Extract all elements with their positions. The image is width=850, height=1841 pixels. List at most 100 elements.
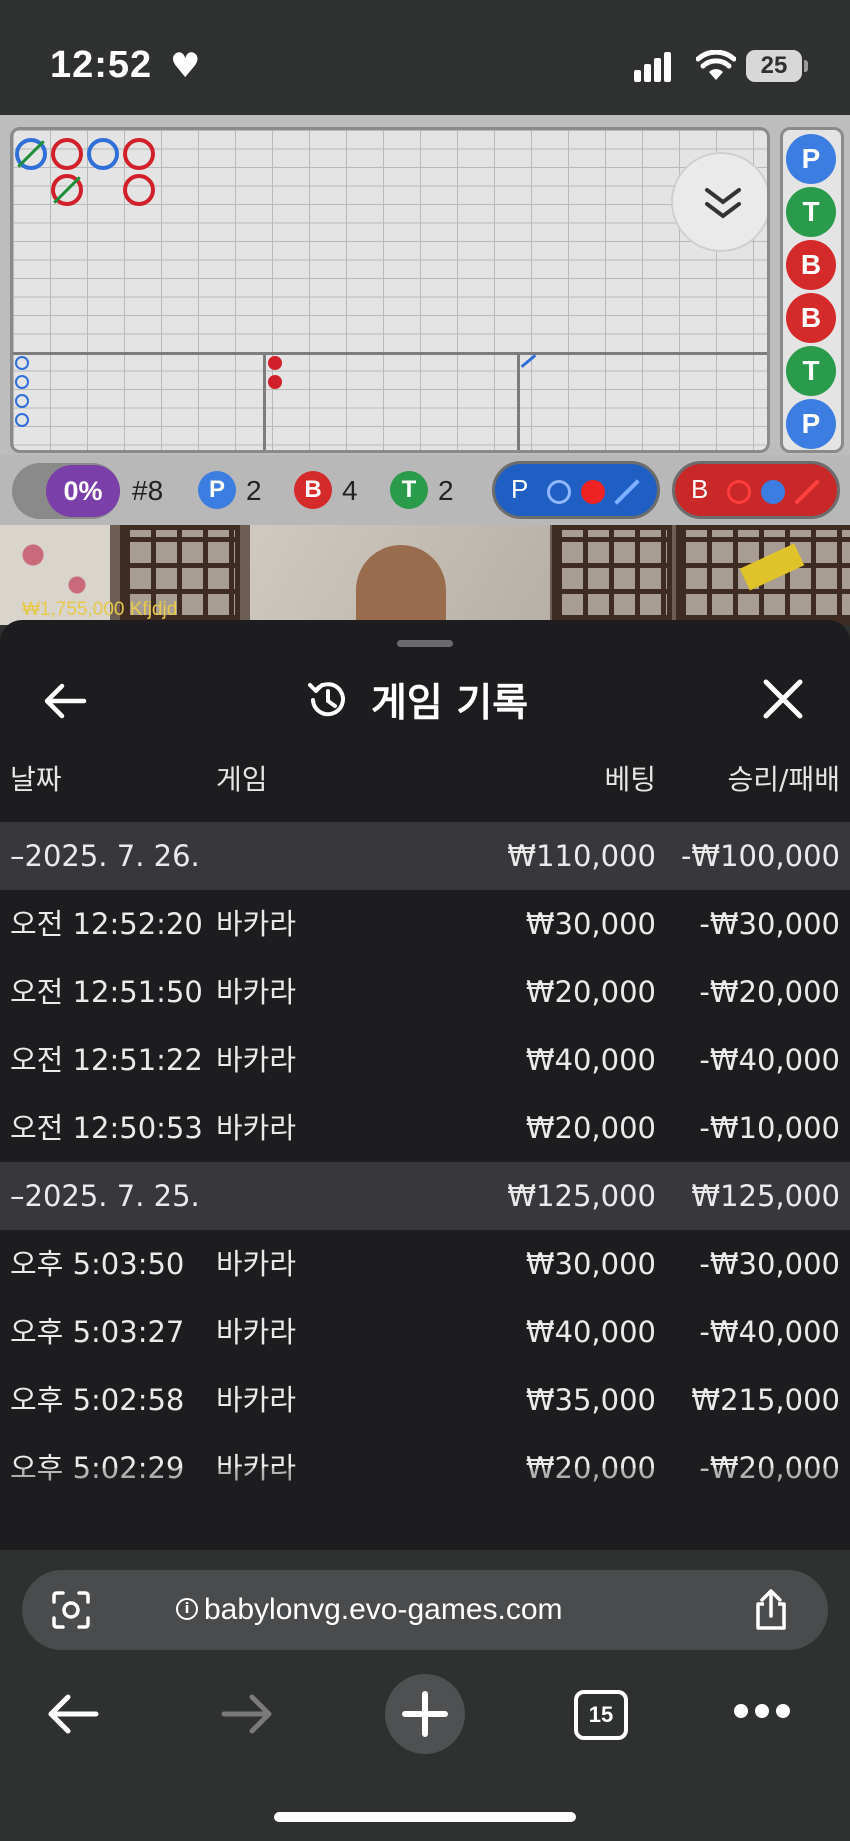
game-history-sheet: 게임 기록 날짜 게임 베팅 승리/패배 –2025. 7. 26. ₩110,0… <box>0 620 850 1550</box>
result-ball: P <box>786 134 836 184</box>
road-marker <box>268 356 282 370</box>
row-date: –2025. 7. 25. <box>10 1179 200 1213</box>
table-header: 날짜 게임 베팅 승리/패배 <box>0 758 850 808</box>
road-marker <box>51 174 83 206</box>
scroll-fade <box>0 1468 850 1550</box>
row-game: 바카라 <box>216 975 297 1009</box>
row-bet: ₩20,000 <box>525 975 656 1009</box>
row-result: -₩40,000 <box>699 1043 840 1077</box>
row-date: 오후 5:02:58 <box>10 1383 185 1417</box>
back-arrow-icon[interactable] <box>40 676 90 726</box>
page-title: 게임 기록 <box>371 681 529 726</box>
video-background <box>552 525 672 625</box>
banker-prediction-button[interactable]: B <box>672 461 840 519</box>
row-game: 바카라 <box>216 1315 297 1349</box>
wifi-icon <box>696 50 736 80</box>
player-prediction-button[interactable]: P <box>492 461 660 519</box>
column-game: 게임 <box>216 763 268 796</box>
more-icon[interactable] <box>734 1704 790 1724</box>
banker-prediction-label: B <box>691 474 709 504</box>
results-column: P T B B T P <box>780 127 844 453</box>
row-result: -₩100,000 <box>680 839 840 873</box>
forward-arrow-icon[interactable] <box>220 1692 274 1736</box>
table-row: 오전 12:50:53 바카라 ₩20,000 -₩10,000 <box>0 1094 850 1162</box>
stats-bar: 0% #8 P 2 B 4 T 2 P B <box>0 455 850 525</box>
player-prediction-label: P <box>511 474 529 504</box>
share-icon[interactable] <box>750 1588 792 1632</box>
row-result: -₩30,000 <box>699 907 840 941</box>
home-indicator <box>274 1812 576 1822</box>
road-marker <box>15 413 29 427</box>
roadmap-divider <box>517 352 520 450</box>
road-marker <box>15 138 47 170</box>
table-row: 오후 5:03:27 바카라 ₩40,000 -₩40,000 <box>0 1298 850 1366</box>
slash-icon <box>614 479 640 505</box>
live-video: ₩1,755,000 Kfjdjd <box>0 525 850 625</box>
chevron-double-down-icon <box>705 188 741 219</box>
sheet-grabber[interactable] <box>397 640 453 647</box>
row-bet: ₩40,000 <box>525 1043 656 1077</box>
row-result: ₩215,000 <box>691 1383 840 1417</box>
clock: 12:52 <box>50 44 153 86</box>
row-result: ₩125,000 <box>691 1179 840 1213</box>
roadmap-divider <box>263 352 266 450</box>
close-icon[interactable] <box>760 676 806 722</box>
tabs-button[interactable]: 15 <box>574 1690 628 1740</box>
tie-stat-icon: T <box>390 471 428 509</box>
percent-badge: 0% <box>46 465 120 517</box>
row-bet: ₩125,000 <box>507 1179 656 1213</box>
new-tab-button[interactable] <box>385 1674 465 1754</box>
plus-icon <box>402 1691 448 1737</box>
address-bar[interactable]: i babylonvg.evo-games.com <box>22 1570 828 1650</box>
table-row: 오전 12:52:20 바카라 ₩30,000 -₩30,000 <box>0 890 850 958</box>
bead-roadmap[interactable] <box>10 127 770 453</box>
cellular-signal-icon <box>634 52 680 82</box>
back-arrow-icon[interactable] <box>46 1692 100 1736</box>
row-bet: ₩30,000 <box>525 1247 656 1281</box>
row-date: 오후 5:03:50 <box>10 1247 185 1281</box>
road-marker <box>87 138 119 170</box>
row-game: 바카라 <box>216 1383 297 1417</box>
sheet-header: 게임 기록 <box>305 672 528 728</box>
road-marker <box>15 356 29 370</box>
table-row: 오후 5:02:58 바카라 ₩35,000 ₩215,000 <box>0 1366 850 1434</box>
row-bet: ₩20,000 <box>525 1111 656 1145</box>
row-date: 오전 12:52:20 <box>10 907 203 941</box>
tie-count: 2 <box>438 475 454 506</box>
result-ball: B <box>786 293 836 343</box>
status-bar: 12:52 ♥ 25 <box>0 0 850 115</box>
heart-icon: ♥ <box>170 46 201 86</box>
date-group-row[interactable]: –2025. 7. 25. ₩125,000 ₩125,000 <box>0 1162 850 1230</box>
column-result: 승리/패배 <box>727 763 840 796</box>
history-icon <box>308 682 345 717</box>
road-marker <box>123 138 155 170</box>
row-game: 바카라 <box>216 907 297 941</box>
row-result: -₩10,000 <box>699 1111 840 1145</box>
screen: 12:52 ♥ 25 P T B B T P 0% #8 P 2 B 4 T 2… <box>0 0 850 1841</box>
road-marker <box>51 138 83 170</box>
road-marker <box>15 375 29 389</box>
result-ball: B <box>786 240 836 290</box>
row-date: 오전 12:51:22 <box>10 1043 203 1077</box>
info-icon: i <box>176 1598 198 1620</box>
battery-indicator: 25 <box>746 50 808 82</box>
result-ball: T <box>786 187 836 237</box>
shoe-number: #8 <box>132 475 164 506</box>
road-marker <box>268 375 282 389</box>
row-result: -₩20,000 <box>699 975 840 1009</box>
row-game: 바카라 <box>216 1111 297 1145</box>
date-group-row[interactable]: –2025. 7. 26. ₩110,000 -₩100,000 <box>0 822 850 890</box>
banker-count: 4 <box>342 475 358 506</box>
road-marker <box>520 354 537 368</box>
road-marker <box>123 174 155 206</box>
game-area: P T B B T P 0% #8 P 2 B 4 T 2 P B ₩1,755… <box>0 115 850 625</box>
slash-icon <box>794 479 820 505</box>
dot-icon <box>761 480 785 504</box>
collapse-roadmap-button[interactable] <box>671 152 767 252</box>
row-bet: ₩40,000 <box>525 1315 656 1349</box>
page-tools-icon[interactable] <box>50 1590 92 1630</box>
row-date: 오전 12:51:50 <box>10 975 203 1009</box>
row-bet: ₩110,000 <box>507 839 656 873</box>
url-text: babylonvg.evo-games.com <box>204 1593 563 1626</box>
road-marker <box>15 394 29 408</box>
